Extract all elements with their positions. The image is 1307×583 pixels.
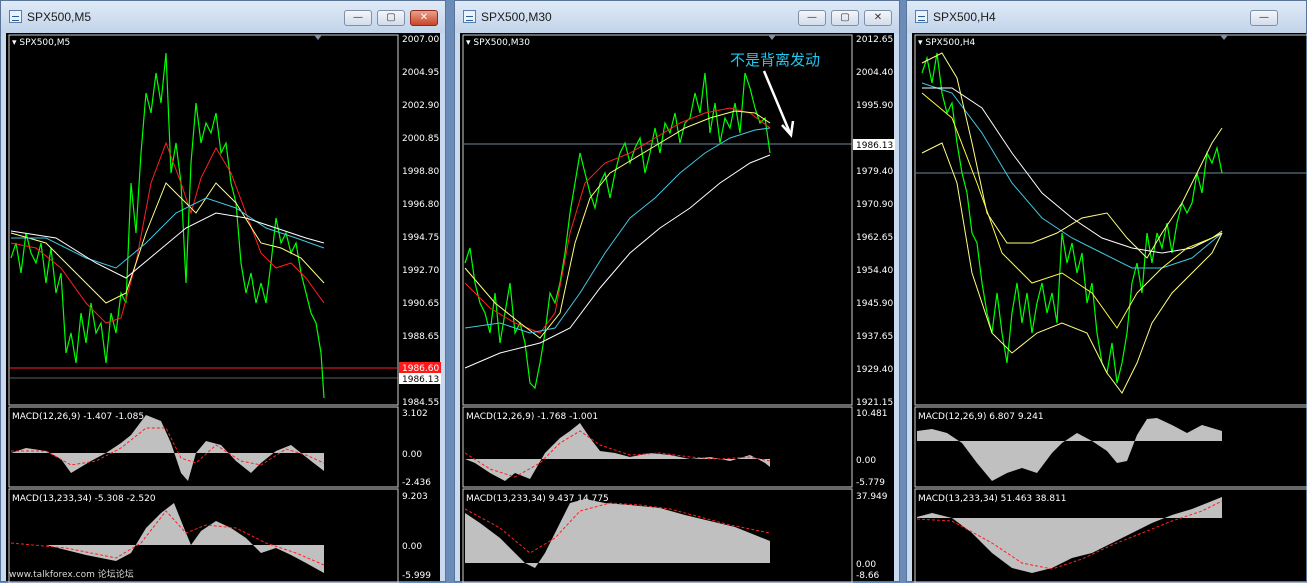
window-title: SPX500,M30 [481, 10, 552, 24]
macd2-histogram [917, 497, 1222, 573]
price-tick: 1929.40 [856, 365, 893, 375]
price-tick: 1962.65 [856, 233, 893, 243]
macd1-tick: -5.779 [856, 478, 885, 488]
price-tick: 1988.65 [402, 332, 439, 342]
close-button[interactable]: ✕ [864, 10, 892, 26]
bollinger-upper [921, 52, 1223, 259]
macd1-tick: 3.102 [402, 409, 428, 419]
annotation-arrow [762, 70, 795, 138]
price-tick: 1990.65 [402, 299, 439, 309]
chart-window-icon [463, 10, 476, 23]
window-titlebar[interactable]: SPX500,M30 — ▢ ✕ [455, 1, 899, 33]
watermark: www.talkforex.com 论坛论坛 [9, 570, 134, 580]
price-tick: 1970.90 [856, 200, 893, 210]
ma-cyan [11, 197, 325, 269]
chart-window-icon [915, 10, 928, 23]
chart-window-icon [9, 10, 22, 23]
window-title: SPX500,M5 [27, 10, 92, 24]
minimize-button[interactable]: — [344, 10, 372, 26]
bid-price-label: 1986.60 [402, 364, 439, 374]
macd2-label: MACD(13,233,34) -5.308 -2.520 [12, 494, 156, 504]
price-tick: 2004.95 [402, 68, 439, 78]
price-tick: 2007.00 [402, 35, 439, 45]
chart-shift-marker [768, 35, 776, 40]
price-tick: 1979.40 [856, 167, 893, 177]
maximize-button[interactable]: ▢ [831, 10, 859, 26]
price-series [464, 72, 771, 390]
price-tick: 1954.40 [856, 266, 893, 276]
macd1-tick: 0.00 [402, 450, 422, 460]
price-tick: 2004.40 [856, 68, 893, 78]
close-button[interactable]: ✕ [410, 10, 438, 26]
current-price-label: 1986.13 [856, 141, 893, 151]
price-tick: 1992.70 [402, 266, 439, 276]
window-title: SPX500,H4 [933, 10, 996, 24]
chart-canvas[interactable]: ▾ SPX500,M30 2012.65 2004.40 1995.90 197… [460, 33, 896, 583]
macd2-tick: 0.00 [856, 560, 876, 570]
price-axis: 2012.65 2004.40 1995.90 1979.40 1970.90 … [856, 35, 893, 408]
window-titlebar[interactable]: SPX500,H4 — [907, 1, 1306, 33]
macd1-label: MACD(12,26,9) -1.768 -1.001 [466, 412, 598, 422]
macd1-tick: 0.00 [856, 456, 876, 466]
maximize-button[interactable]: ▢ [377, 10, 405, 26]
price-tick: 2000.85 [402, 134, 439, 144]
macd2-histogram [465, 499, 770, 568]
price-tick: 1937.65 [856, 332, 893, 342]
macd1-histogram [11, 415, 324, 481]
annotation-text: 不是背离发动 [730, 51, 820, 69]
price-series [10, 52, 325, 399]
macd1-tick: -2.436 [402, 478, 431, 488]
bollinger-lower [921, 142, 1223, 394]
macd2-tick: 0.00 [402, 542, 422, 552]
price-tick: 1994.75 [402, 233, 439, 243]
macd2-tick: 9.203 [402, 492, 428, 502]
price-tick: 1995.90 [856, 101, 893, 111]
price-tick: 1921.15 [856, 398, 893, 408]
chart-area[interactable]: ▾ SPX500,H4 MACD(12,26,9) 6.807 9.241 MA… [912, 33, 1307, 583]
chart-window-h4[interactable]: SPX500,H4 — ▾ SPX500,H4 MACD(12,26,9) 6.… [906, 0, 1307, 583]
macd1-histogram [917, 418, 1222, 481]
price-pane-frame [462, 34, 853, 406]
price-tick: 2002.90 [402, 101, 439, 111]
macd1-label: MACD(12,26,9) 6.807 9.241 [918, 412, 1044, 422]
minimize-button[interactable]: — [798, 10, 826, 26]
chart-shift-marker [1220, 35, 1228, 40]
chart-window-m5[interactable]: SPX500,M5 — ▢ ✕ ▾ SPX500,M5 2007.00 2004… [0, 0, 446, 583]
ma-white [464, 154, 771, 369]
minimize-button[interactable]: — [1250, 10, 1278, 26]
macd1-label: MACD(12,26,9) -1.407 -1.085 [12, 412, 144, 422]
price-tick: 1984.55 [402, 398, 439, 408]
chart-area[interactable]: ▾ SPX500,M30 2012.65 2004.40 1995.90 197… [460, 33, 896, 583]
macd2-tick: 37.949 [856, 492, 888, 502]
ma-cyan [464, 127, 771, 334]
chart-canvas[interactable]: ▾ SPX500,M5 2007.00 2004.95 2002.90 2000… [6, 33, 442, 583]
chart-canvas[interactable]: ▾ SPX500,H4 MACD(12,26,9) 6.807 9.241 MA… [912, 33, 1307, 583]
price-tick: 1998.80 [402, 167, 439, 177]
macd2-histogram [11, 503, 324, 573]
ma-red [10, 141, 325, 324]
price-tick: 1945.90 [856, 299, 893, 309]
chart-label: ▾ SPX500,H4 [918, 38, 976, 48]
window-titlebar[interactable]: SPX500,M5 — ▢ ✕ [1, 1, 445, 33]
chart-window-m30[interactable]: SPX500,M30 — ▢ ✕ ▾ SPX500,M30 2012.65 20… [454, 0, 900, 583]
current-price-label: 1986.13 [402, 375, 439, 385]
chart-label: ▾ SPX500,M5 [12, 38, 70, 48]
macd2-tick: -5.999 [402, 571, 431, 581]
price-tick: 2012.65 [856, 35, 893, 45]
ma-yellow [464, 110, 771, 339]
macd1-histogram [465, 423, 770, 481]
price-axis: 2007.00 2004.95 2002.90 2000.85 1998.80 … [402, 35, 439, 408]
price-tick: 1996.80 [402, 200, 439, 210]
chart-shift-marker [314, 35, 322, 40]
macd2-tick: -8.66 [856, 571, 880, 581]
macd1-tick: 10.481 [856, 409, 888, 419]
macd2-label: MACD(13,233,34) 51.463 38.811 [918, 494, 1067, 504]
chart-area[interactable]: ▾ SPX500,M5 2007.00 2004.95 2002.90 2000… [6, 33, 442, 583]
chart-label: ▾ SPX500,M30 [466, 38, 530, 48]
